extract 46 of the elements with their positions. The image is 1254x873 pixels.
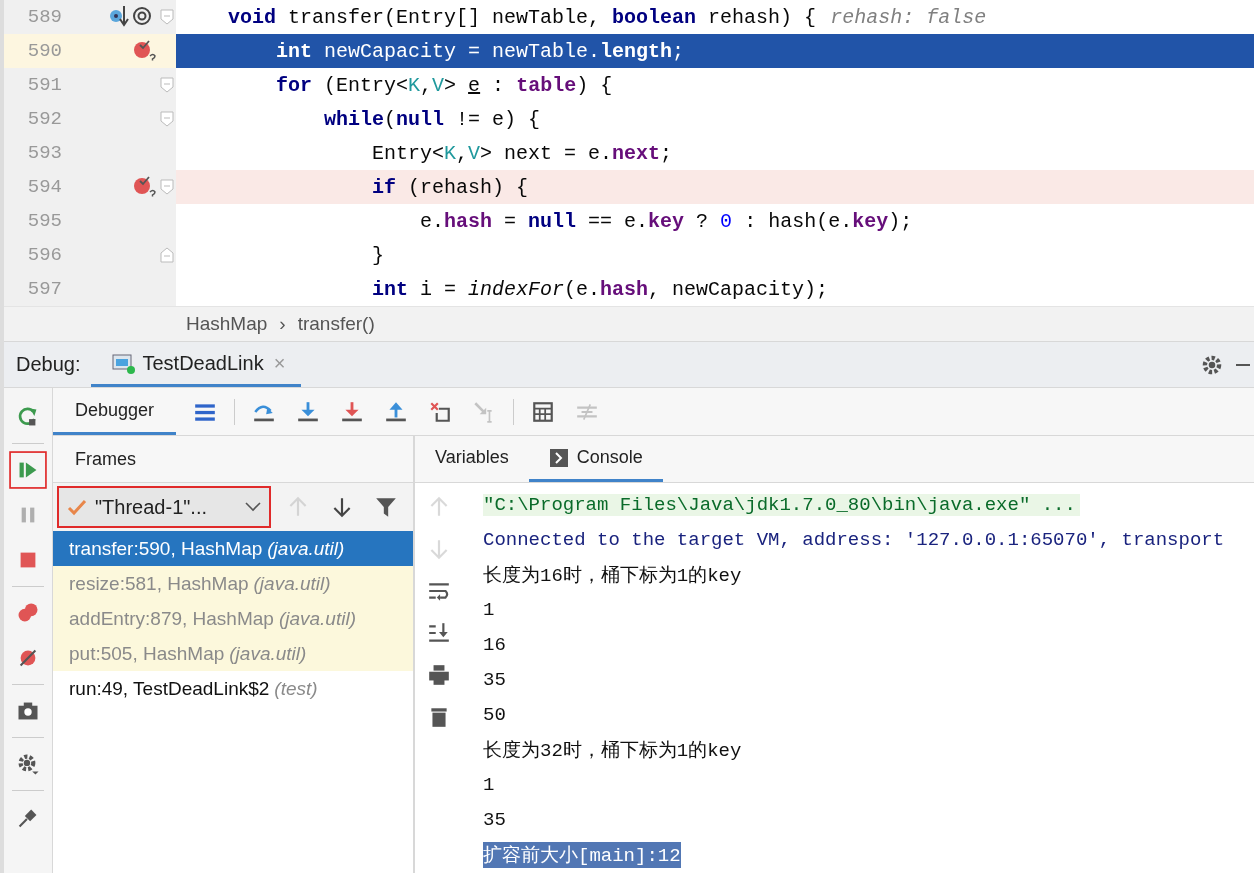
force-step-into-icon[interactable] <box>340 399 365 424</box>
breakpoint-icon[interactable] <box>132 38 158 64</box>
debug-label: Debug: <box>16 353 81 376</box>
panel-tab[interactable]: Variables <box>415 436 529 482</box>
fold-marker-icon[interactable] <box>160 247 174 263</box>
line-number: 593 <box>26 142 62 164</box>
stack-frame[interactable]: transfer:590, HashMap (java.util) <box>53 531 413 566</box>
console-icon <box>548 447 569 468</box>
breakpoint-icon[interactable] <box>132 174 158 200</box>
chevron-down-icon <box>245 502 261 512</box>
line-number: 595 <box>26 210 62 232</box>
frames-tab[interactable]: Frames <box>53 448 136 470</box>
fold-marker-icon[interactable] <box>160 77 174 93</box>
fold-marker-icon[interactable] <box>160 111 174 127</box>
line-number: 591 <box>26 74 62 96</box>
breadcrumb-item[interactable]: › <box>279 313 286 335</box>
panel-tab[interactable]: Console <box>528 436 663 482</box>
application-icon <box>110 351 137 375</box>
step-into-icon[interactable] <box>296 399 321 424</box>
print-icon[interactable] <box>427 663 451 687</box>
scroll-to-end-icon[interactable] <box>427 621 451 645</box>
console-line: Connected to the target VM, address: '127.0.0.1:65070', transport <box>483 528 1225 551</box>
console-line: 35 <box>483 808 506 831</box>
fold-marker-icon[interactable] <box>160 9 174 25</box>
breadcrumb-item[interactable]: transfer() <box>297 313 375 335</box>
console-line: 长度为32时，桶下标为1的key <box>483 738 742 763</box>
console-line: 50 <box>483 703 506 726</box>
line-number: 597 <box>26 278 62 300</box>
line-number: 594 <box>26 176 62 198</box>
line-number: 592 <box>26 108 62 130</box>
line-number: 589 <box>26 6 62 28</box>
console-line: 长度为16时，桶下标为1的key <box>483 563 742 588</box>
calculator-icon[interactable] <box>531 399 556 424</box>
filter-icon[interactable] <box>374 495 398 519</box>
thread-dropdown[interactable]: "Thread-1"... <box>59 488 269 526</box>
console-line: 1 <box>483 598 495 621</box>
console-line: 35 <box>483 668 506 691</box>
line-number: 596 <box>26 244 62 266</box>
breadcrumb-item[interactable]: HashMap <box>186 313 268 335</box>
check-icon <box>67 498 87 516</box>
resume-icon[interactable] <box>9 451 47 489</box>
fold-marker-icon[interactable] <box>160 179 174 195</box>
console-line: 1 <box>483 773 495 796</box>
stack-frame[interactable]: run:49, TestDeadLink$2 (test) <box>53 671 413 706</box>
line-number: 590 <box>26 40 62 62</box>
console-line: 16 <box>483 633 506 656</box>
